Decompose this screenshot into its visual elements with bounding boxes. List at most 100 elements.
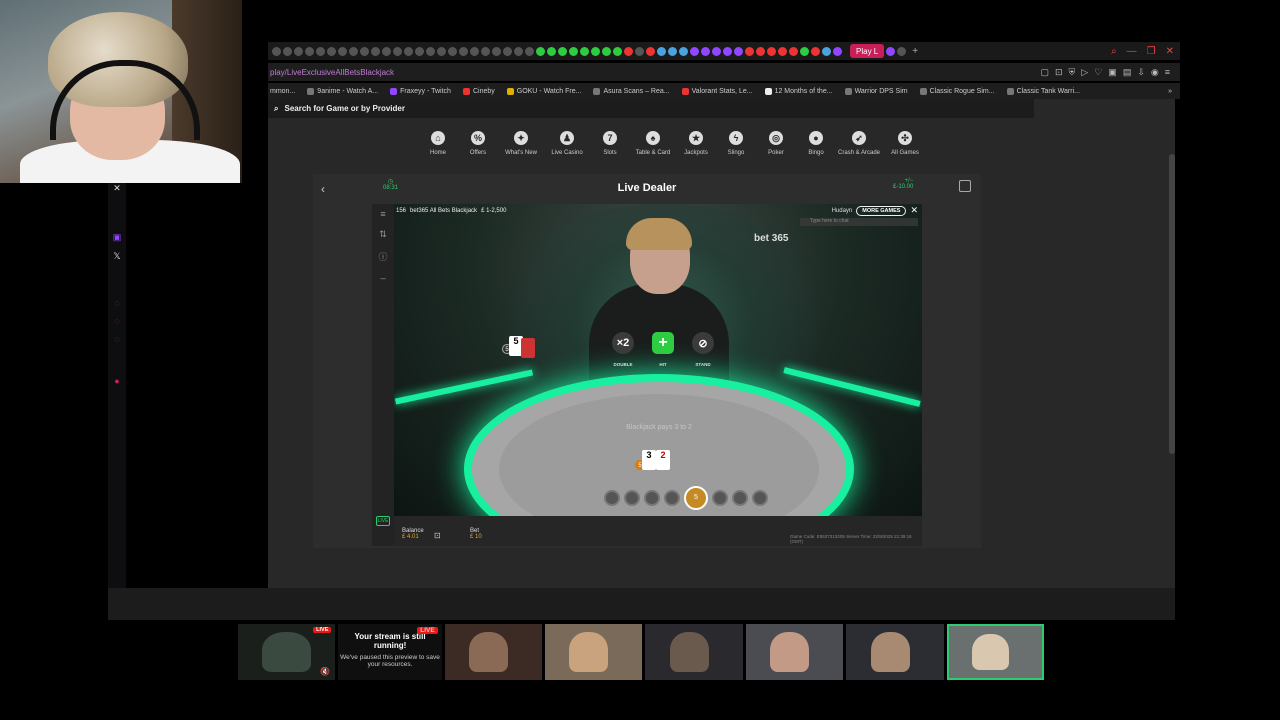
bookmark-item[interactable]: 12 Months of the... [764, 87, 833, 95]
tab-icon[interactable] [415, 46, 424, 56]
close-icon[interactable]: ✕ [910, 205, 918, 216]
downloads-icon[interactable]: ⇩ [1137, 67, 1145, 78]
tab-icon[interactable] [613, 46, 622, 56]
profile-icon[interactable]: ◉ [1151, 67, 1159, 78]
stream-preview[interactable] [645, 624, 743, 680]
tab-icon[interactable] [283, 46, 292, 56]
play-icon[interactable]: ▷ [1081, 67, 1088, 78]
tab-icon[interactable] [679, 46, 688, 56]
bookmark-item[interactable]: Fraxeyy - Twitch [390, 87, 451, 95]
tab-icon[interactable] [778, 46, 787, 56]
tab-icon[interactable] [305, 46, 314, 56]
tab-icon[interactable] [789, 46, 798, 56]
tab-active[interactable]: Play L [850, 44, 885, 58]
tab-icon[interactable] [316, 46, 325, 56]
tab-icon[interactable] [327, 46, 336, 56]
more-games-button[interactable]: MORE GAMES [856, 205, 907, 216]
tab-icon[interactable] [886, 46, 896, 56]
tab-icon[interactable] [360, 46, 369, 56]
tab-icon[interactable] [536, 46, 545, 56]
nav-crash-arcade[interactable]: ➶ Crash & Arcade [836, 131, 882, 156]
chip[interactable] [664, 490, 680, 506]
heart-icon[interactable]: ♡ [1094, 67, 1102, 78]
tab-icon[interactable] [833, 46, 842, 56]
stand-button[interactable]: ⊘ STAND [692, 332, 714, 367]
tab-icon[interactable] [701, 46, 710, 56]
nav-offers[interactable]: % Offers [458, 131, 498, 156]
close-window-icon[interactable]: ✕ [1166, 46, 1174, 57]
stream-preview[interactable] [745, 624, 844, 680]
bookmark-item[interactable]: 9anime - Watch A... [307, 87, 378, 95]
nav-bingo[interactable]: ● Bingo [796, 131, 836, 156]
extension-icon[interactable]: ▤ [1123, 67, 1132, 78]
popout-icon[interactable] [959, 180, 971, 192]
tab-icon[interactable] [767, 46, 776, 56]
bookmark-item[interactable]: Valorant Stats, Le... [681, 87, 753, 95]
tab-icon[interactable] [734, 46, 743, 56]
dot-icon[interactable]: ● [114, 376, 119, 386]
bookmark-item[interactable]: Asura Scans – Rea... [593, 87, 670, 95]
bookmark-item[interactable]: Warrior DPS Sim [844, 87, 908, 95]
tab-icon[interactable] [558, 46, 567, 56]
chip[interactable] [732, 490, 748, 506]
live-icon[interactable]: LIVE [375, 516, 391, 526]
tab-icon[interactable] [624, 46, 633, 56]
stream-preview[interactable]: LIVE 🔇 [238, 624, 336, 680]
menu-icon[interactable]: ≡ [1165, 67, 1170, 78]
deposit-icon[interactable]: ⊡ [434, 531, 441, 540]
nav-home[interactable]: ⌂ Home [418, 131, 458, 156]
bookmark-item[interactable]: Cineby [462, 87, 495, 95]
tab-icon[interactable] [822, 46, 831, 56]
bookmark-item[interactable]: mmon... [270, 88, 295, 95]
tab-icon[interactable] [668, 46, 677, 56]
tab-icon[interactable] [338, 46, 347, 56]
tab-icon[interactable] [635, 46, 644, 56]
tab-icon[interactable] [690, 46, 699, 56]
bookmark-item[interactable]: Classic Rogue Sim... [919, 87, 995, 95]
sort-icon[interactable]: ⇅ [379, 229, 387, 240]
tab-icon[interactable] [272, 46, 281, 56]
tab-icon[interactable] [756, 46, 765, 56]
hit-button[interactable]: + HIT [652, 332, 674, 367]
shield-icon[interactable]: ⛨ [1069, 67, 1076, 78]
tab-icon[interactable] [404, 46, 413, 56]
tab-icon[interactable] [580, 46, 589, 56]
tab-icon[interactable] [800, 46, 809, 56]
nav-slingo[interactable]: ϟ Slingo [716, 131, 756, 156]
tab-icon[interactable] [712, 46, 721, 56]
tab-icon[interactable] [569, 46, 578, 56]
chip[interactable] [624, 490, 640, 506]
settings-icon[interactable]: ◌ [114, 334, 119, 344]
bookmark-icon[interactable]: ▢ [1040, 67, 1049, 78]
tab-icon[interactable] [382, 46, 391, 56]
alert-icon[interactable]: ◌ [114, 298, 119, 308]
tab-icon[interactable] [525, 46, 534, 56]
tab-icon[interactable] [897, 46, 907, 56]
more-bookmarks-icon[interactable]: » [1168, 88, 1180, 95]
wallet-icon[interactable]: ▣ [1108, 67, 1117, 78]
nav-all-games[interactable]: ✣ All Games [882, 131, 928, 156]
tab-icon[interactable] [657, 46, 666, 56]
nav-table-card[interactable]: ♠ Table & Card [630, 131, 676, 156]
twitch-icon[interactable]: ▣ [113, 232, 122, 243]
chip[interactable] [644, 490, 660, 506]
chat-icon[interactable]: ◌ [114, 316, 119, 326]
tab-icon[interactable] [426, 46, 435, 56]
chip-selected[interactable]: 5 [684, 486, 708, 510]
url-text[interactable]: play/LiveExclusiveAllBetsBlackjack [270, 68, 394, 77]
paused-preview[interactable]: LIVE Your stream is still running! We've… [338, 624, 442, 680]
tab-icon[interactable] [481, 46, 490, 56]
bookmark-item[interactable]: Classic Tank Warri... [1006, 87, 1080, 95]
tab-icon[interactable] [547, 46, 556, 56]
info-icon[interactable]: ⓘ [378, 250, 387, 263]
stream-preview[interactable] [444, 624, 543, 680]
tab-icon[interactable] [503, 46, 512, 56]
tab-icon[interactable] [745, 46, 754, 56]
tab-icon[interactable] [459, 46, 468, 56]
tab-icon[interactable] [393, 46, 402, 56]
dash-icon[interactable]: – [380, 273, 385, 283]
tab-icon[interactable] [470, 46, 479, 56]
mute-icon[interactable]: 🔇 [320, 667, 330, 676]
chip[interactable] [604, 490, 620, 506]
tab-icon[interactable] [349, 46, 358, 56]
